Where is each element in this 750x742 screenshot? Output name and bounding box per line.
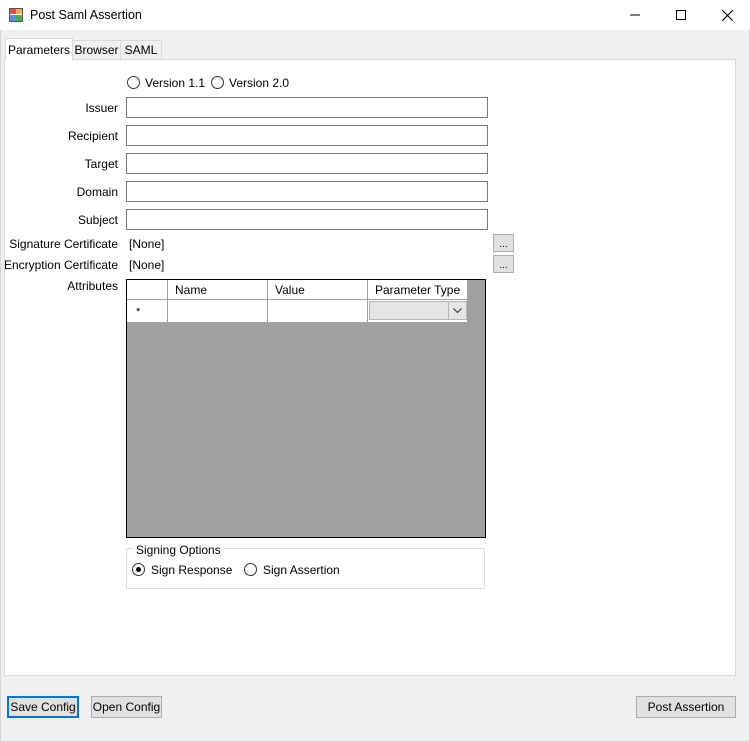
app-icon [9,8,23,22]
signature-certificate-browse-button[interactable]: ... [493,234,514,252]
subject-input[interactable] [126,209,488,230]
target-input[interactable] [126,153,488,174]
version-2-0-label: Version 2.0 [229,76,290,90]
tab-browser[interactable]: Browser [72,40,121,59]
tab-saml[interactable]: SAML [120,40,162,59]
combobox-dropdown-button[interactable] [448,302,466,319]
signature-certificate-value: [None] [129,237,165,251]
close-icon [721,9,733,21]
grid-column-name[interactable]: Name [168,280,268,300]
signing-options-legend: Signing Options [133,543,224,557]
parameter-type-combobox[interactable] [369,301,467,320]
grid-column-parameter-type[interactable]: Parameter Type [368,280,468,300]
maximize-icon [676,10,686,20]
close-button[interactable] [704,0,750,30]
minimize-icon [630,14,640,16]
minimize-button[interactable] [612,0,658,30]
sign-assertion-radio[interactable] [244,563,257,576]
sign-assertion-label: Sign Assertion [263,563,340,577]
domain-input[interactable] [126,181,488,202]
tab-parameters[interactable]: Parameters [5,38,73,60]
grid-cell-parameter-type[interactable] [368,300,468,323]
encryption-certificate-label: Encryption Certificate [3,258,118,272]
recipient-input[interactable] [126,125,488,146]
open-config-button[interactable]: Open Config [91,696,162,718]
signature-certificate-label: Signature Certificate [9,237,118,251]
recipient-label: Recipient [67,129,118,143]
chevron-down-icon [453,307,462,313]
encryption-certificate-value: [None] [129,258,165,272]
version-2-0-radio[interactable] [211,76,224,89]
maximize-button[interactable] [658,0,704,30]
sign-response-radio[interactable] [132,563,145,576]
window-title: Post Saml Assertion [30,8,142,22]
grid-column-value[interactable]: Value [268,280,368,300]
post-assertion-button[interactable]: Post Assertion [636,696,736,718]
attributes-label: Attributes [67,279,118,293]
grid-row-header-corner [127,280,168,300]
sign-response-label: Sign Response [151,563,233,577]
version-1-1-label: Version 1.1 [145,76,206,90]
issuer-label: Issuer [85,101,118,115]
grid-cell-value[interactable] [268,300,368,323]
grid-new-row-marker[interactable]: * [127,300,168,323]
attributes-grid[interactable]: Name Value Parameter Type * [126,279,486,538]
save-config-button[interactable]: Save Config [7,696,79,718]
issuer-input[interactable] [126,97,488,118]
subject-label: Subject [77,213,118,227]
target-label: Target [84,157,118,171]
encryption-certificate-browse-button[interactable]: ... [493,255,514,273]
domain-label: Domain [76,185,118,199]
grid-cell-name[interactable] [168,300,268,323]
version-1-1-radio[interactable] [127,76,140,89]
